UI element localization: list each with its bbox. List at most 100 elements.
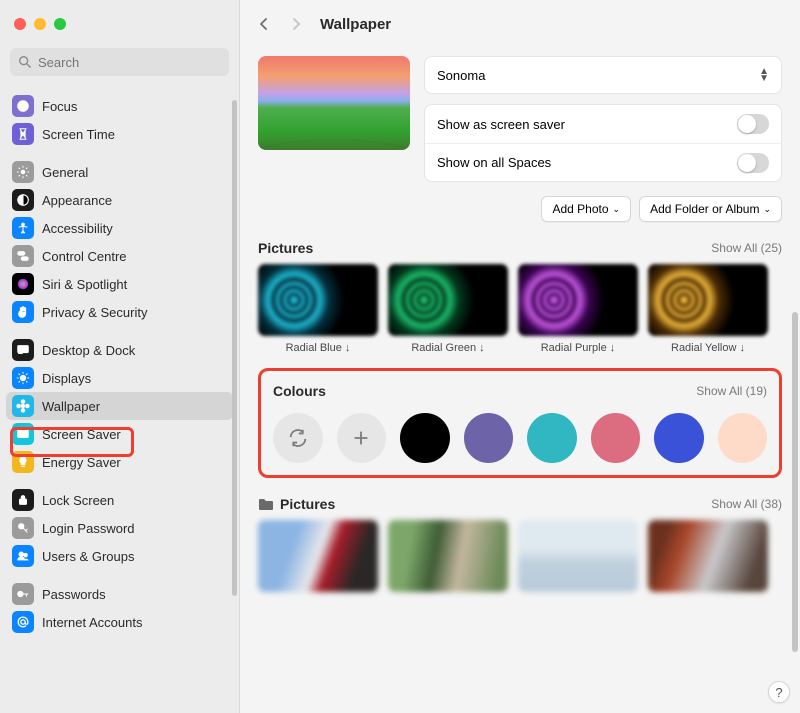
sidebar-item-displays[interactable]: Displays <box>6 364 233 392</box>
user-picture-thumb[interactable] <box>258 520 378 592</box>
back-button[interactable] <box>258 18 270 30</box>
sidebar-item-internet-accounts[interactable]: Internet Accounts <box>6 608 233 636</box>
sidebar-item-label: Accessibility <box>42 221 113 236</box>
wallpaper-preview[interactable] <box>258 56 410 150</box>
user-picture-thumb[interactable] <box>648 520 768 592</box>
switch-screen-saver[interactable] <box>737 114 769 134</box>
minimize-button[interactable] <box>34 18 46 30</box>
help-button[interactable]: ? <box>768 681 790 703</box>
thumbnail-label: Radial Yellow ↓ <box>671 342 745 354</box>
lock-icon <box>12 489 34 511</box>
zoom-button[interactable] <box>54 18 66 30</box>
sidebar-item-privacy-security[interactable]: Privacy & Security <box>6 298 233 326</box>
sidebar-item-lock-screen[interactable]: Lock Screen <box>6 486 233 514</box>
colour-swatch[interactable] <box>464 413 514 463</box>
sidebar-item-energy-saver[interactable]: Energy Saver <box>6 448 233 476</box>
wallpaper-name: Sonoma <box>437 68 485 83</box>
section-title: Colours <box>273 383 326 399</box>
wallpaper-name-select[interactable]: Sonoma ▲▼ <box>424 56 782 94</box>
appearance-icon <box>12 189 34 211</box>
sidebar-item-appearance[interactable]: Appearance <box>6 186 233 214</box>
screensaver-icon <box>12 423 34 445</box>
colour-swatch[interactable] <box>654 413 704 463</box>
forward-button[interactable] <box>290 18 302 30</box>
sidebar-item-label: Internet Accounts <box>42 615 142 630</box>
colour-swatch[interactable] <box>591 413 641 463</box>
user-picture-thumb[interactable] <box>518 520 638 592</box>
sidebar-item-label: Siri & Spotlight <box>42 277 127 292</box>
colour-swatch[interactable] <box>718 413 768 463</box>
show-all-user-pics[interactable]: Show All (38) <box>711 497 782 511</box>
search-field[interactable] <box>10 48 229 76</box>
sidebar-scrollbar[interactable] <box>232 100 237 596</box>
window-controls <box>0 0 239 48</box>
sidebar-item-screen-saver[interactable]: Screen Saver <box>6 420 233 448</box>
sidebar-item-label: Desktop & Dock <box>42 343 135 358</box>
main-content: Wallpaper Sonoma ▲▼ Show as screen saver <box>240 0 800 713</box>
wallpaper-thumbnail[interactable] <box>648 264 768 336</box>
colour-swatch[interactable] <box>527 413 577 463</box>
section-pictures: Pictures Show All (25) Radial Blue ↓Radi… <box>258 240 782 354</box>
sidebar-item-passwords[interactable]: Passwords <box>6 580 233 608</box>
search-input[interactable] <box>38 55 221 70</box>
sidebar-item-label: Control Centre <box>42 249 127 264</box>
sidebar-item-label: Login Password <box>42 521 135 536</box>
desktop-icon <box>12 339 34 361</box>
section-user-pictures: Pictures Show All (38) <box>258 496 782 592</box>
user-picture-thumb[interactable] <box>388 520 508 592</box>
sidebar-item-label: Displays <box>42 371 91 386</box>
wallpaper-thumbnail[interactable] <box>518 264 638 336</box>
section-colours: Colours Show All (19) <box>258 368 782 478</box>
colour-swatch[interactable] <box>400 413 450 463</box>
close-button[interactable] <box>14 18 26 30</box>
dynamic-colour-button[interactable] <box>273 413 323 463</box>
thumbnail-label: Radial Purple ↓ <box>541 342 616 354</box>
section-title: Pictures <box>258 240 313 256</box>
sidebar-item-siri-spotlight[interactable]: Siri & Spotlight <box>6 270 233 298</box>
sidebar-item-label: Lock Screen <box>42 493 114 508</box>
switches-icon <box>12 245 34 267</box>
sidebar-item-wallpaper[interactable]: Wallpaper <box>6 392 233 420</box>
sidebar-item-accessibility[interactable]: Accessibility <box>6 214 233 242</box>
sun-icon <box>12 367 34 389</box>
flower-icon <box>12 395 34 417</box>
moon-icon <box>12 95 34 117</box>
switch-all-spaces[interactable] <box>737 153 769 173</box>
chevron-updown-icon: ▲▼ <box>759 68 769 82</box>
sidebar-item-label: Screen Saver <box>42 427 121 442</box>
add-photo-button[interactable]: Add Photo⌄ <box>541 196 631 222</box>
page-title: Wallpaper <box>320 16 391 33</box>
add-colour-button[interactable] <box>337 413 387 463</box>
folder-icon <box>258 497 274 511</box>
sidebar-item-label: Users & Groups <box>42 549 134 564</box>
hand-icon <box>12 301 34 323</box>
sidebar-item-users-groups[interactable]: Users & Groups <box>6 542 233 570</box>
main-header: Wallpaper <box>240 0 800 48</box>
sidebar-item-control-centre[interactable]: Control Centre <box>6 242 233 270</box>
sidebar-item-general[interactable]: General <box>6 158 233 186</box>
thumbnail-label: Radial Green ↓ <box>411 342 484 354</box>
toggle-label: Show on all Spaces <box>437 155 551 170</box>
gear-icon <box>12 161 34 183</box>
traffic-lights <box>14 18 66 30</box>
sidebar-item-focus[interactable]: Focus <box>6 92 233 120</box>
content-scrollbar[interactable] <box>792 312 798 652</box>
search-icon <box>18 55 32 69</box>
sidebar-item-label: Privacy & Security <box>42 305 147 320</box>
show-all-colours[interactable]: Show All (19) <box>696 384 767 398</box>
show-all-pictures[interactable]: Show All (25) <box>711 241 782 255</box>
sidebar-item-label: General <box>42 165 88 180</box>
wallpaper-thumbnail[interactable] <box>258 264 378 336</box>
toggle-all-spaces: Show on all Spaces <box>425 143 781 181</box>
sidebar-item-login-password[interactable]: Login Password <box>6 514 233 542</box>
sidebar-item-desktop-dock[interactable]: Desktop & Dock <box>6 336 233 364</box>
users-icon <box>12 545 34 567</box>
sidebar-item-screen-time[interactable]: Screen Time <box>6 120 233 148</box>
add-folder-button[interactable]: Add Folder or Album⌄ <box>639 196 782 222</box>
key-icon <box>12 583 34 605</box>
at-icon <box>12 611 34 633</box>
hourglass-icon <box>12 123 34 145</box>
sidebar-item-label: Screen Time <box>42 127 115 142</box>
wallpaper-thumbnail[interactable] <box>388 264 508 336</box>
toggle-label: Show as screen saver <box>437 117 565 132</box>
